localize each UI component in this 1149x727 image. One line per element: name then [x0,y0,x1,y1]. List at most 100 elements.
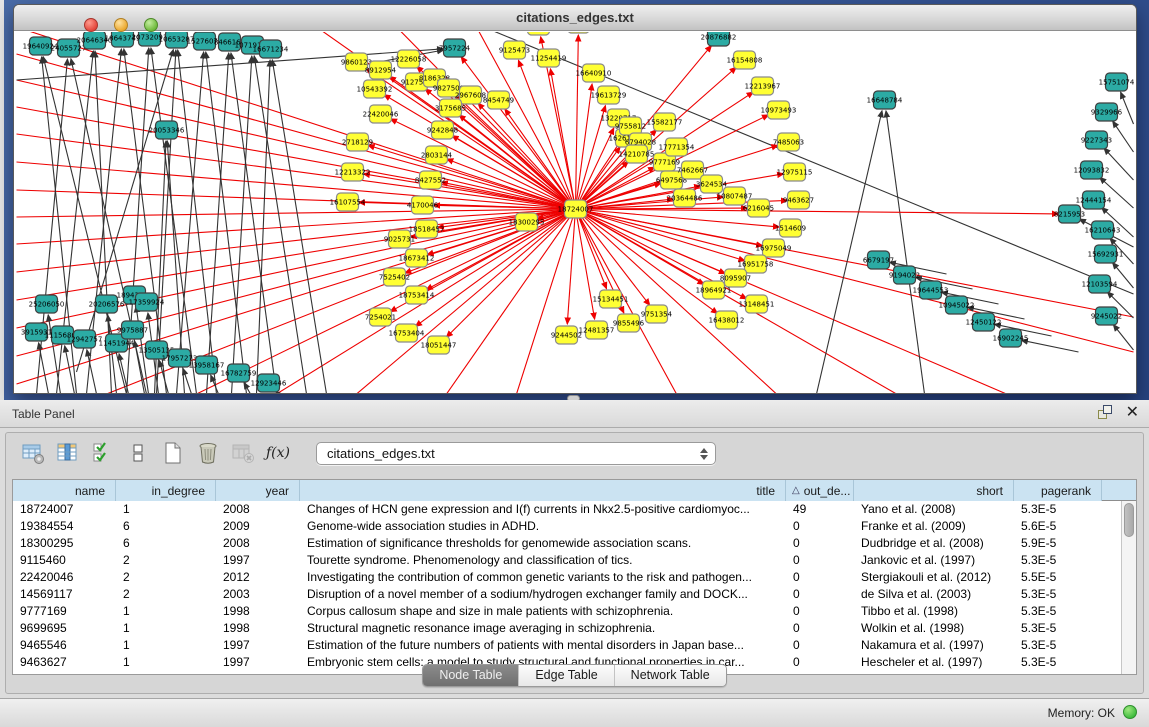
delete-table-icon[interactable] [230,440,256,466]
show-column-icon[interactable] [55,440,81,466]
network-node[interactable]: 12975115 [777,163,813,181]
select-columns-icon[interactable] [90,440,116,466]
network-node[interactable]: 2718129 [342,133,373,151]
network-node[interactable]: 9227343 [1081,131,1112,149]
network-node[interactable]: 9245022 [1091,307,1122,325]
network-node[interactable]: 7485063 [773,133,804,151]
network-node[interactable]: 12103594 [1082,275,1118,293]
network-node[interactable]: 12450122 [966,313,1002,331]
row-height-icon[interactable] [125,440,151,466]
svg-text:22420046: 22420046 [363,111,399,119]
svg-text:3175685: 3175685 [435,105,466,113]
close-panel-icon[interactable]: ✕ [1126,405,1139,421]
network-node[interactable]: 9463627 [783,191,814,209]
network-node[interactable]: 7957224 [439,39,471,57]
network-node[interactable]: 16902245 [993,329,1029,347]
network-node[interactable]: 16210643 [1085,221,1121,239]
float-panel-icon[interactable] [1098,405,1114,421]
column-header-name[interactable]: name [13,480,116,501]
network-node[interactable]: 9751354 [641,305,673,323]
network-node[interactable]: 11254419 [531,49,567,67]
network-node[interactable]: 9855496 [613,314,645,332]
network-node[interactable]: 16107554 [330,193,366,211]
column-header-in_degree[interactable]: in_degree [116,480,216,501]
network-node[interactable]: 15751074 [1099,73,1134,91]
table-row[interactable]: 1830029562008Estimation of significance … [13,535,1136,552]
new-table-icon[interactable] [160,440,186,466]
function-builder-icon[interactable]: ƒ(x) [265,440,291,466]
network-canvas[interactable]: 1872400798601238912954122260589127505818… [16,32,1134,394]
network-node[interactable]: 10945022 [939,296,975,314]
table-panel-titlebar[interactable]: Table Panel ✕ [0,400,1149,428]
network-node[interactable]: 12213967 [745,77,781,95]
memory-status-label: Memory: OK [1048,706,1115,720]
svg-text:10543392: 10543392 [357,86,393,94]
network-node[interactable]: 9975887 [117,321,148,339]
network-node[interactable]: 9125473 [499,41,530,59]
column-header-out_de[interactable]: △out_de... [786,480,854,501]
network-node[interactable]: 16438012 [709,311,745,329]
network-node[interactable]: 7525402 [379,268,410,286]
table-selector-dropdown[interactable]: citations_edges.txt [316,442,716,465]
network-node[interactable]: 12093832 [1074,161,1110,179]
network-node[interactable]: 8215953 [1054,205,1085,223]
tab-network-table[interactable]: Network Table [614,665,726,686]
network-node[interactable]: 20876882 [701,32,737,46]
network-node[interactable]: 9194022 [889,266,920,284]
network-node[interactable]: 3624534 [696,175,728,193]
table-row[interactable]: 1872400712008Changes of HCN gene express… [13,501,1136,518]
network-node[interactable]: 6216045 [743,199,774,217]
network-node[interactable]: 16648784 [867,91,903,109]
network-node[interactable]: 5572312 [563,32,594,33]
column-header-pagerank[interactable]: pagerank [1014,480,1102,501]
network-node[interactable]: 3175685 [435,99,466,117]
table-vertical-scrollbar[interactable] [1121,501,1136,674]
network-node[interactable]: 8454749 [483,91,514,109]
network-window-titlebar[interactable]: citations_edges.txt [14,5,1136,31]
svg-text:2803144: 2803144 [421,152,453,160]
network-node[interactable]: 15582177 [647,113,683,131]
network-node[interactable]: 16975049 [756,239,792,257]
table-panel-body: ƒ(x) citations_edges.txt namein_degreeye… [5,432,1144,694]
table-row[interactable]: 2242004622012Investigating the contribut… [13,569,1136,586]
table-row[interactable]: 946554611997Estimation of the future num… [13,637,1136,654]
column-header-year[interactable]: year [216,480,300,501]
tab-node-table[interactable]: Node Table [423,665,518,686]
network-node[interactable]: 16753404 [389,324,425,342]
network-node[interactable]: 18753414 [399,286,435,304]
delete-entries-icon[interactable] [195,440,221,466]
table-row[interactable]: 977716911998Corpus callosum shape and si… [13,603,1136,620]
network-node[interactable]: 15134451 [593,290,629,308]
table-row[interactable]: 1456911722003Disruption of a novel membe… [13,586,1136,603]
tab-edge-table[interactable]: Edge Table [518,665,613,686]
network-node[interactable]: 9242848 [427,121,458,139]
network-node[interactable]: 8912954 [365,61,397,79]
svg-text:13958167: 13958167 [189,362,225,370]
network-node[interactable]: 8427552 [415,171,446,189]
network-view[interactable]: 1872400798601238912954122260589127505818… [16,32,1134,393]
network-window[interactable]: citations_edges.txt 18724007986012389129… [13,4,1137,394]
network-node[interactable]: 12481357 [579,321,615,339]
network-node[interactable]: 1514609 [775,219,806,237]
network-node[interactable]: 4170046 [407,196,439,214]
table-settings-icon[interactable] [20,440,46,466]
network-node[interactable]: 6679197 [863,251,894,269]
network-node[interactable]: 9244502 [551,326,582,344]
network-node[interactable]: 7254021 [365,308,396,326]
scrollbar-thumb[interactable] [1124,503,1134,537]
column-header-short[interactable]: short [854,480,1014,501]
column-header-title[interactable]: title [300,480,786,501]
network-node[interactable]: 2803144 [421,146,453,164]
table-row[interactable]: 911546021997Tourette syndrome. Phenomeno… [13,552,1136,569]
network-node[interactable]: 9755812 [615,117,646,135]
svg-text:15134451: 15134451 [593,296,629,304]
network-node[interactable]: 12444154 [1076,191,1112,209]
network-node[interactable]: 9329966 [1091,103,1123,121]
network-node[interactable]: 18051447 [421,336,457,354]
table-row[interactable]: 1938455462009Genome-wide association stu… [13,518,1136,535]
network-node[interactable]: 16154808 [727,51,763,69]
table-row[interactable]: 969969511998Structural magnetic resonanc… [13,620,1136,637]
network-node[interactable]: 8131074 [523,32,555,35]
network-node[interactable]: 19613729 [591,86,627,104]
network-node[interactable]: 9025731 [384,230,415,248]
